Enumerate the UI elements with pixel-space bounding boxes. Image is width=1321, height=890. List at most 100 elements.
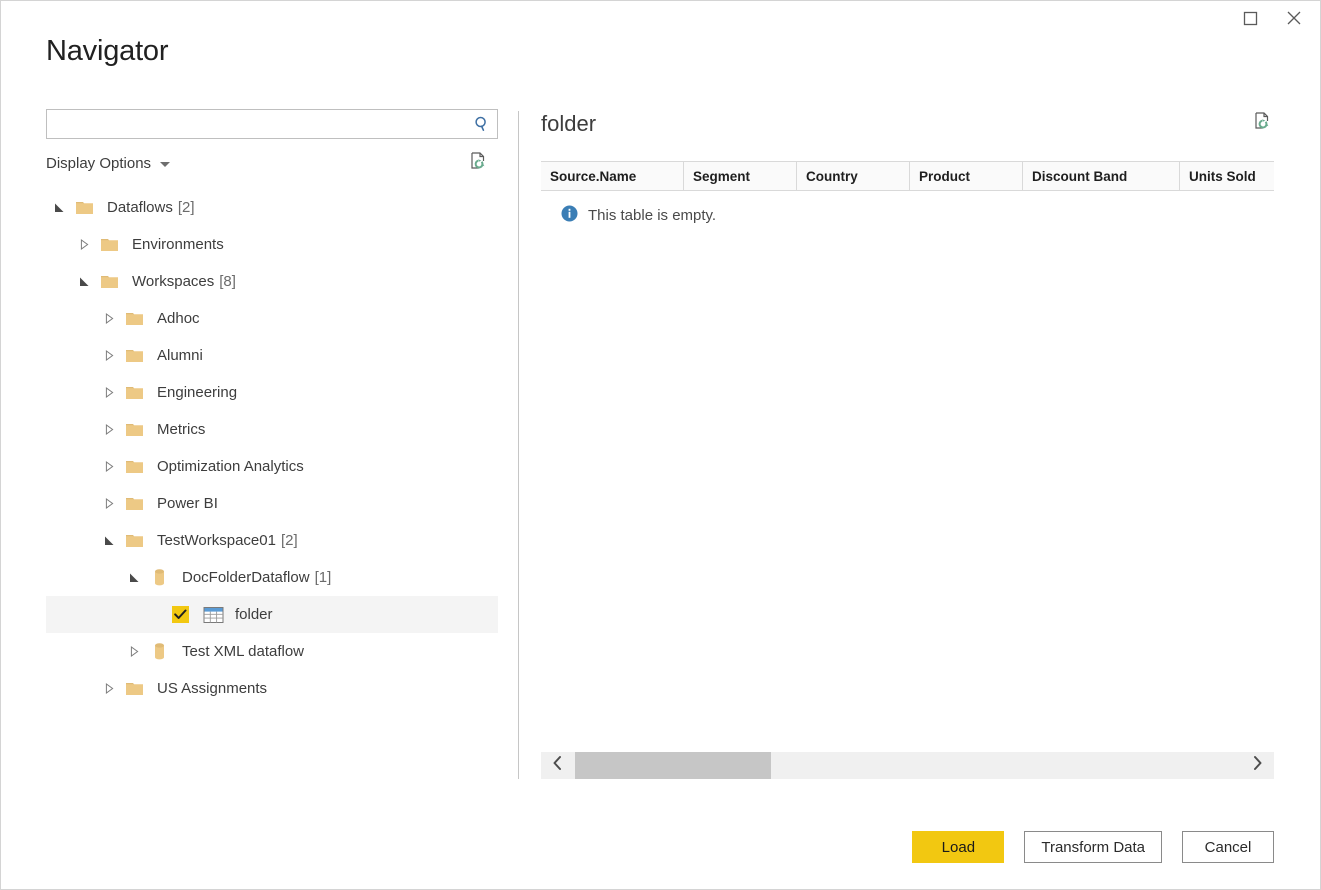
twisty-collapsed-icon[interactable] — [96, 683, 122, 694]
search-box[interactable] — [46, 109, 498, 139]
twisty-collapsed-icon[interactable] — [71, 239, 97, 250]
preview-header: folder — [541, 109, 1274, 151]
info-icon — [561, 205, 578, 226]
display-options-label: Display Options — [46, 154, 152, 172]
grid-column-header[interactable]: Country — [797, 162, 910, 190]
close-icon — [1286, 10, 1302, 26]
folder-icon — [122, 532, 148, 549]
tree-node[interactable]: Alumni — [46, 337, 498, 374]
tree-node-label: TestWorkspace01 — [157, 532, 276, 549]
refresh-document-icon — [1252, 111, 1272, 136]
search-input[interactable] — [47, 111, 467, 137]
window-controls — [1228, 1, 1316, 37]
folder-icon — [122, 421, 148, 438]
tree-node[interactable]: Metrics — [46, 411, 498, 448]
folder-icon — [97, 236, 123, 253]
tree-node-label: Test XML dataflow — [182, 643, 304, 660]
tree-node-label: US Assignments — [157, 680, 268, 697]
left-pane: Display Options Dataflows [2] Environments… — [46, 109, 498, 779]
chevron-right-icon — [1250, 755, 1264, 776]
tree-node[interactable]: Power BI — [46, 485, 498, 522]
grid-column-header[interactable]: Source.Name — [541, 162, 684, 190]
tree-node-count: [1] — [314, 569, 332, 586]
twisty-collapsed-icon[interactable] — [96, 313, 122, 324]
twisty-expanded-icon[interactable] — [121, 572, 147, 583]
load-button[interactable]: Load — [912, 831, 1005, 863]
twisty-expanded-icon[interactable] — [71, 276, 97, 287]
search-icon[interactable] — [467, 115, 497, 133]
tree-node[interactable]: DocFolderDataflow [1] — [46, 559, 498, 596]
dataflow-icon — [147, 568, 173, 587]
tree-node[interactable]: Adhoc — [46, 300, 498, 337]
empty-table-text: This table is empty. — [588, 207, 717, 224]
tree-node[interactable]: TestWorkspace01 [2] — [46, 522, 498, 559]
refresh-preview-button[interactable] — [1250, 111, 1274, 135]
grid-column-header[interactable]: Product — [910, 162, 1023, 190]
tree-node-label: Workspaces — [132, 273, 215, 290]
options-row: Display Options — [46, 149, 498, 177]
tree-node-label: Dataflows — [107, 199, 173, 216]
tree-node-count: [2] — [177, 199, 195, 216]
twisty-collapsed-icon[interactable] — [121, 646, 147, 657]
twisty-collapsed-icon[interactable] — [96, 498, 122, 509]
dataflow-icon — [147, 642, 173, 661]
folder-icon — [122, 384, 148, 401]
folder-icon — [122, 310, 148, 327]
tree-node[interactable]: Optimization Analytics — [46, 448, 498, 485]
tree-node[interactable]: Workspaces [8] — [46, 263, 498, 300]
tree-node[interactable]: Environments — [46, 226, 498, 263]
display-options-dropdown[interactable]: Display Options — [46, 154, 171, 172]
tree-node-label: DocFolderDataflow — [182, 569, 310, 586]
navigator-dialog: Navigator Display Options Dataflows [2] … — [0, 0, 1321, 890]
preview-grid: Source.Name Segment Country Product Discount… — [541, 161, 1274, 733]
tree-node[interactable]: Dataflows [2] — [46, 189, 498, 226]
grid-column-header[interactable]: Units Sold — [1180, 162, 1274, 190]
tree-node[interactable]: Test XML dataflow — [46, 633, 498, 670]
tree-node-label: Alumni — [157, 347, 203, 364]
tree-node[interactable]: US Assignments — [46, 670, 498, 707]
chevron-down-icon — [160, 162, 171, 167]
folder-icon — [97, 273, 123, 290]
scrollbar-track[interactable] — [575, 752, 1240, 779]
tree-node-label: folder — [235, 606, 273, 623]
tree-node-label: Metrics — [157, 421, 206, 438]
twisty-expanded-icon[interactable] — [96, 535, 122, 546]
transform-data-button[interactable]: Transform Data — [1024, 831, 1162, 863]
tree-node-checkbox[interactable] — [172, 606, 189, 623]
tree-node[interactable]: Engineering — [46, 374, 498, 411]
pane-divider — [518, 111, 519, 779]
scroll-right-button[interactable] — [1240, 752, 1274, 779]
close-button[interactable] — [1272, 1, 1316, 35]
tree-node-label: Engineering — [157, 384, 238, 401]
scrollbar-thumb[interactable] — [575, 752, 772, 779]
tree-node-label: Adhoc — [157, 310, 200, 327]
twisty-expanded-icon[interactable] — [46, 202, 72, 213]
folder-icon — [72, 199, 98, 216]
refresh-tree-button[interactable] — [466, 151, 490, 175]
scroll-left-button[interactable] — [541, 752, 575, 779]
folder-icon — [122, 458, 148, 475]
refresh-document-icon — [468, 151, 488, 176]
grid-column-header[interactable]: Segment — [684, 162, 797, 190]
preview-title: folder — [541, 111, 597, 136]
navigator-tree: Dataflows [2] Environments Workspaces [8] Adh… — [46, 189, 498, 707]
tree-node-label: Environments — [132, 236, 224, 253]
tree-node[interactable]: folder — [46, 596, 498, 633]
page-title: Navigator — [46, 35, 169, 67]
dialog-footer: Load Transform Data Cancel — [912, 831, 1274, 863]
title-bar — [1, 1, 1320, 37]
twisty-collapsed-icon[interactable] — [96, 387, 122, 398]
grid-header-row: Source.Name Segment Country Product Discount… — [541, 161, 1274, 191]
empty-table-message: This table is empty. — [541, 191, 1274, 226]
horizontal-scrollbar[interactable] — [541, 752, 1274, 779]
twisty-collapsed-icon[interactable] — [96, 424, 122, 435]
maximize-button[interactable] — [1228, 1, 1272, 35]
twisty-collapsed-icon[interactable] — [96, 350, 122, 361]
grid-column-header[interactable]: Discount Band — [1023, 162, 1180, 190]
maximize-icon — [1243, 11, 1258, 26]
folder-icon — [122, 347, 148, 364]
table-icon — [200, 606, 226, 624]
cancel-button[interactable]: Cancel — [1182, 831, 1274, 863]
tree-node-count: [8] — [219, 273, 236, 290]
twisty-collapsed-icon[interactable] — [96, 461, 122, 472]
